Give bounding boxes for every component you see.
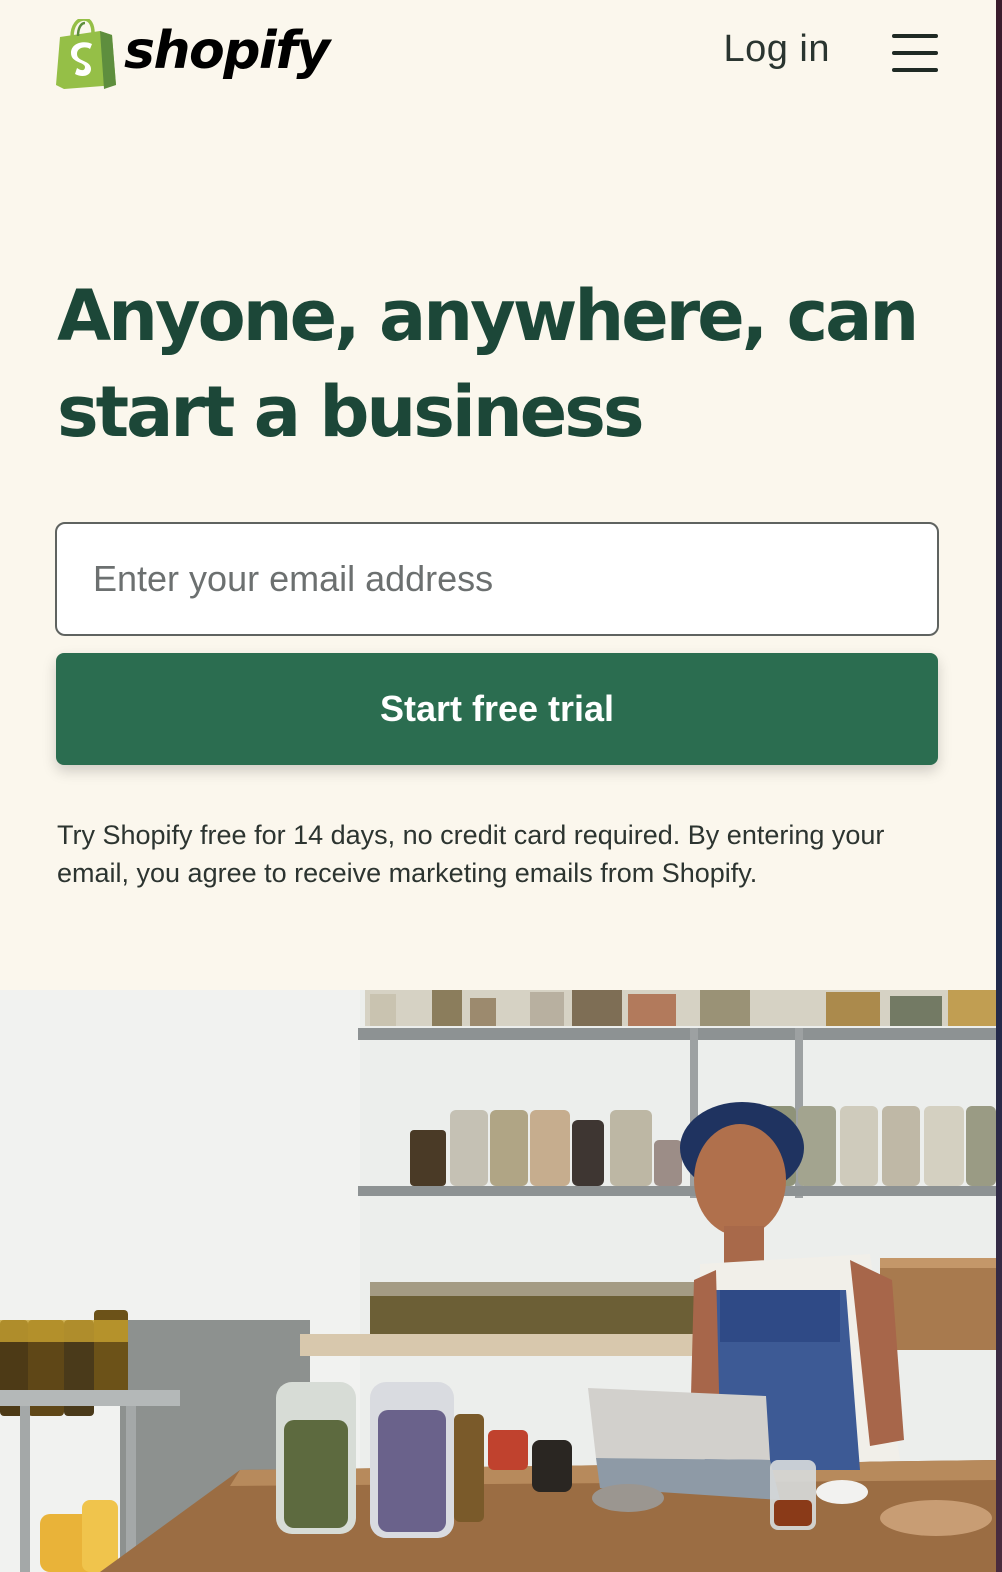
site-header: shopify Log in (0, 0, 1002, 110)
hamburger-menu-icon (892, 34, 938, 38)
merchant-photo (0, 990, 996, 1572)
login-link[interactable]: Log in (723, 28, 830, 71)
logo-wordmark: shopify (124, 21, 330, 81)
trial-disclaimer: Try Shopify free for 14 days, no credit … (57, 820, 885, 888)
hero-title: Anyone, anywhere, can start a business (57, 275, 919, 453)
shopify-logo[interactable]: shopify (56, 18, 330, 90)
hamburger-menu-icon (892, 68, 938, 72)
menu-button[interactable] (892, 34, 938, 74)
start-free-trial-button[interactable]: Start free trial (56, 653, 938, 765)
lower-jars (370, 1282, 700, 1334)
email-input[interactable] (55, 522, 939, 636)
window-edge (996, 0, 1002, 1572)
merchant-photo-illustration (0, 990, 996, 1572)
shopify-bag-icon (56, 19, 116, 89)
top-shelf-jars (365, 990, 996, 1026)
hamburger-menu-icon (892, 51, 938, 55)
